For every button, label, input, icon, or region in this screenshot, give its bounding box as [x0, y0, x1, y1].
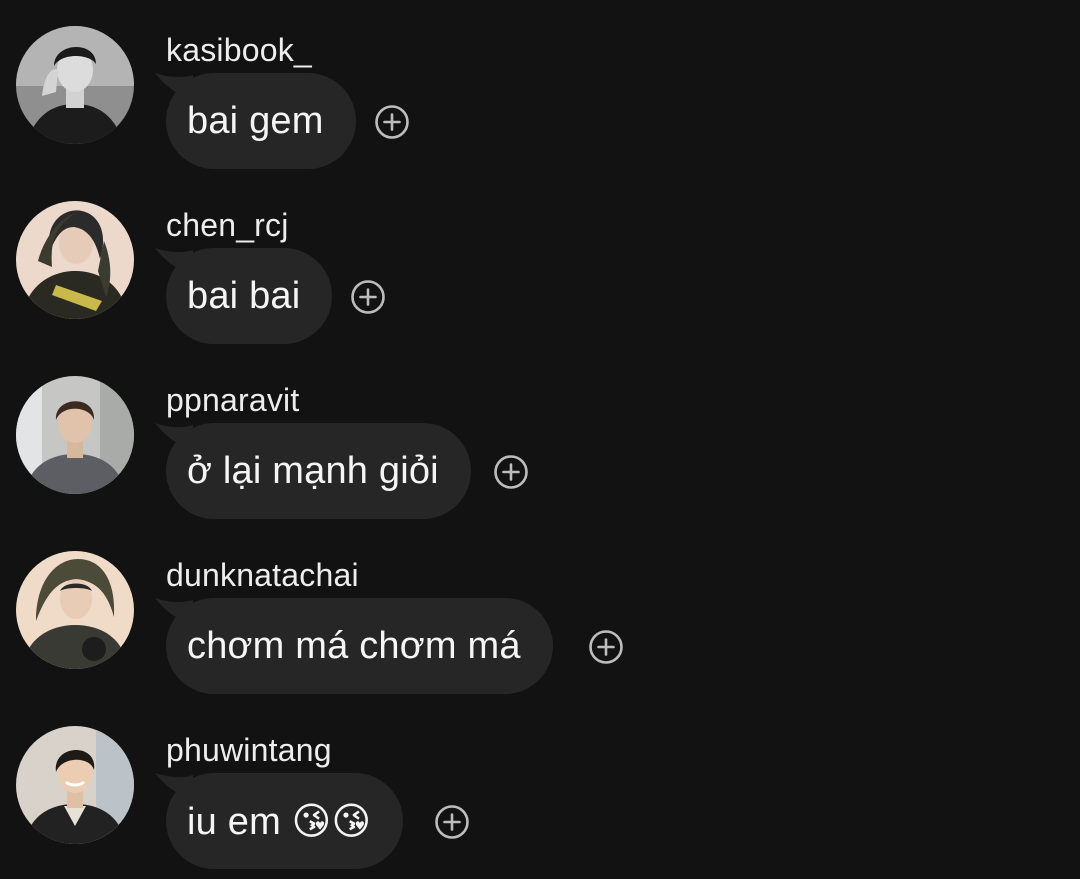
message-text: bai gem [187, 99, 324, 142]
message-row: chen_rcj bai bai [0, 175, 1080, 350]
message-row: ppnaravit ở lại mạnh giỏi [0, 350, 1080, 525]
message-username[interactable]: dunknatachai [166, 555, 359, 595]
message-bubble[interactable]: ở lại mạnh giỏi [155, 423, 471, 519]
message-username[interactable]: ppnaravit [166, 380, 299, 420]
bubble-tail-icon [155, 73, 193, 99]
message-row: dunknatachai chơm má chơm má [0, 525, 1080, 700]
message-text: iu em 😘😘 [187, 800, 372, 843]
add-reaction-button[interactable] [493, 454, 529, 490]
message-username[interactable]: phuwintang [166, 730, 332, 770]
add-reaction-button[interactable] [588, 629, 624, 665]
message-thread: kasibook_ bai gem chen_rcj bai bai ppnar… [0, 0, 1080, 879]
add-reaction-button[interactable] [434, 804, 470, 840]
message-bubble[interactable]: bai bai [155, 248, 333, 344]
add-reaction-button[interactable] [350, 279, 386, 315]
message-text: chơm má chơm má [187, 624, 521, 667]
bubble-tail-icon [155, 423, 193, 449]
message-bubble[interactable]: bai gem [155, 73, 356, 169]
user-photo-icon [16, 551, 134, 669]
user-avatar[interactable] [16, 201, 134, 319]
user-avatar[interactable] [16, 376, 134, 494]
message-bubble[interactable]: iu em 😘😘 [155, 773, 404, 869]
add-reaction-button[interactable] [374, 104, 410, 140]
add-reaction-icon [351, 280, 385, 314]
message-row: kasibook_ bai gem [0, 0, 1080, 175]
user-photo-icon [16, 726, 134, 844]
user-photo-icon [16, 26, 134, 144]
add-reaction-icon [494, 455, 528, 489]
message-text: bai bai [187, 274, 301, 317]
message-text: ở lại mạnh giỏi [187, 449, 439, 492]
user-photo-icon [16, 376, 134, 494]
user-avatar[interactable] [16, 551, 134, 669]
bubble-tail-icon [155, 598, 193, 624]
user-avatar[interactable] [16, 726, 134, 844]
add-reaction-icon [375, 105, 409, 139]
user-photo-icon [16, 201, 134, 319]
bubble-tail-icon [155, 248, 193, 274]
add-reaction-icon [435, 805, 469, 839]
message-bubble[interactable]: chơm má chơm má [155, 598, 553, 694]
add-reaction-icon [589, 630, 623, 664]
message-username[interactable]: chen_rcj [166, 205, 289, 245]
user-avatar[interactable] [16, 26, 134, 144]
message-row: phuwintang iu em 😘😘 [0, 700, 1080, 875]
message-username[interactable]: kasibook_ [166, 30, 312, 70]
